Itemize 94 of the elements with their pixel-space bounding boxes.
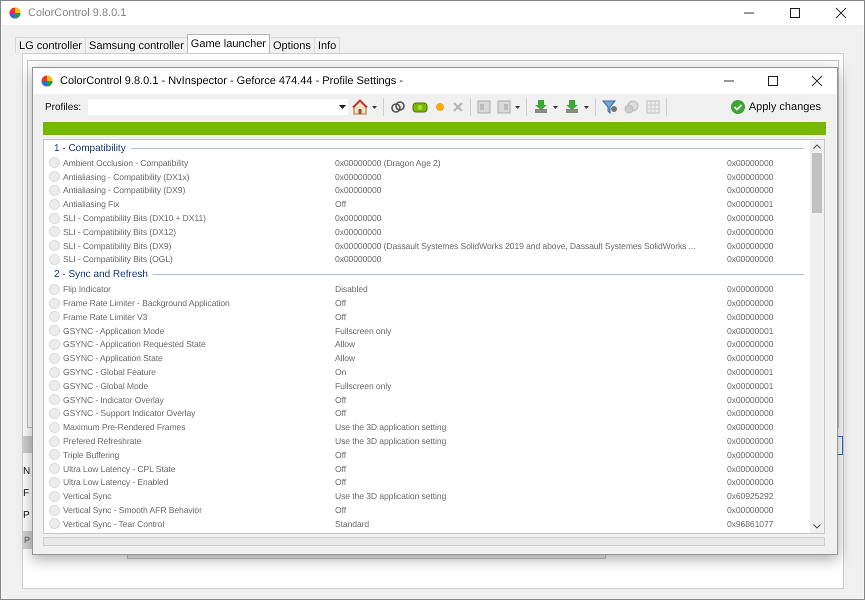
setting-name[interactable]: GSYNC - Global Mode bbox=[63, 380, 148, 391]
setting-name[interactable]: Prefered Refreshrate bbox=[63, 436, 142, 446]
setting-hex-value: 0x00000000 bbox=[727, 464, 774, 474]
setting-name[interactable]: Triple Buffering bbox=[63, 450, 120, 460]
tab[interactable]: Info bbox=[314, 37, 340, 53]
setting-name[interactable]: Ultra Low Latency - Enabled bbox=[63, 477, 168, 488]
button-label: Apply changes bbox=[748, 101, 821, 113]
setting-name[interactable]: GSYNC - Indicator Overlay bbox=[63, 394, 164, 405]
setting-hex-value: 0x00000000 bbox=[727, 240, 774, 251]
field-label: N bbox=[23, 465, 30, 479]
setting-hex-value: 0x00000000 bbox=[727, 477, 774, 488]
setting-value: Off bbox=[335, 464, 348, 474]
setting-name[interactable]: Flip Indicator bbox=[63, 284, 111, 294]
setting-hex-value: 0x00000000 bbox=[727, 422, 774, 432]
setting-value: Off bbox=[335, 408, 348, 418]
setting-value: On bbox=[335, 367, 348, 378]
field-label: F bbox=[23, 487, 30, 501]
setting-name[interactable]: SLI - Compatibility Bits (DX9) bbox=[63, 240, 172, 251]
setting-value: Off bbox=[335, 298, 348, 308]
setting-hex-value: 0x00000000 bbox=[727, 298, 774, 308]
setting-name[interactable]: Vertical Sync - Tear Control bbox=[63, 518, 164, 529]
setting-value: Fullscreen only bbox=[335, 326, 392, 336]
setting-name[interactable]: Antialiasing Fix bbox=[63, 199, 120, 210]
setting-value: Off bbox=[335, 394, 348, 405]
setting-hex-value: 0x00000000 bbox=[727, 226, 774, 237]
apply-changes-button[interactable]: Apply changes bbox=[728, 98, 823, 116]
setting-hex-value: 0x00000000 bbox=[727, 213, 774, 224]
field-label: P bbox=[23, 509, 30, 523]
group-header: 1 - Compatibility bbox=[53, 143, 127, 154]
setting-value: 0x00000000 (Dragon Age 2) bbox=[335, 158, 442, 168]
setting-value: 0x00000000 bbox=[335, 226, 382, 237]
tab[interactable]: Samsung controller bbox=[84, 37, 188, 53]
setting-value: Allow bbox=[335, 353, 356, 364]
setting-value: Fullscreen only bbox=[335, 380, 392, 391]
setting-value: Off bbox=[335, 199, 348, 210]
window-title: ColorControl 9.8.0.1 - NvInspector - Geforce 474.44 - Profile Settings - bbox=[60, 75, 403, 87]
setting-hex-value: 0x00000000 bbox=[727, 353, 774, 364]
setting-value: Off bbox=[335, 505, 348, 516]
setting-value: Standard bbox=[335, 518, 370, 529]
setting-value: 0x00000000 bbox=[335, 172, 382, 182]
setting-value: Off bbox=[335, 477, 348, 488]
setting-hex-value: 0x00000000 bbox=[727, 394, 774, 405]
setting-name[interactable]: Frame Rate Limiter - Background Application bbox=[63, 298, 230, 308]
setting-value: Use the 3D application setting bbox=[335, 491, 448, 502]
setting-value: Off bbox=[335, 312, 348, 322]
setting-name[interactable]: SLI - Compatibility Bits (DX10 + DX11) bbox=[63, 213, 206, 224]
setting-hex-value: 0x00000000 bbox=[727, 284, 774, 294]
setting-hex-value: 0x00000000 bbox=[727, 254, 774, 264]
setting-name[interactable]: GSYNC - Application Mode bbox=[63, 326, 164, 336]
setting-hex-value: 0x96861077 bbox=[727, 518, 774, 529]
setting-name[interactable]: GSYNC - Support Indicator Overlay bbox=[63, 408, 196, 418]
setting-name[interactable]: Antialiasing - Compatibility (DX1x) bbox=[63, 172, 190, 182]
setting-hex-value: 0x00000000 bbox=[727, 436, 774, 446]
setting-hex-value: 0x00000000 bbox=[727, 185, 774, 196]
setting-value: 0x00000000 bbox=[335, 254, 382, 264]
setting-hex-value: 0x00000001 bbox=[727, 326, 774, 336]
setting-name[interactable]: Ambient Occlusion - Compatibility bbox=[63, 158, 188, 168]
tab[interactable]: LG controller bbox=[15, 37, 86, 53]
setting-value: Use the 3D application setting bbox=[335, 436, 448, 446]
button[interactable]: P bbox=[23, 531, 32, 549]
setting-name[interactable]: SLI - Compatibility Bits (OGL) bbox=[63, 254, 173, 264]
setting-value: Off bbox=[335, 450, 348, 460]
setting-hex-value: 0x00000001 bbox=[727, 199, 774, 210]
setting-name[interactable]: Vertical Sync bbox=[63, 491, 112, 502]
setting-hex-value: 0x00000000 bbox=[727, 158, 774, 168]
setting-name[interactable]: SLI - Compatibility Bits (DX12) bbox=[63, 226, 176, 237]
setting-name[interactable]: Antialiasing - Compatibility (DX9) bbox=[63, 185, 186, 196]
setting-hex-value: 0x00000000 bbox=[727, 172, 774, 182]
setting-hex-value: 0x00000000 bbox=[727, 450, 774, 460]
setting-hex-value: 0x00000000 bbox=[727, 505, 774, 516]
setting-hex-value: 0x00000000 bbox=[727, 312, 774, 322]
setting-hex-value: 0x60925292 bbox=[727, 491, 774, 502]
setting-name[interactable]: GSYNC - Global Feature bbox=[63, 367, 156, 378]
setting-value: Use the 3D application setting bbox=[335, 422, 448, 432]
profiles-label: Profiles: bbox=[45, 102, 82, 112]
setting-name[interactable]: Ultra Low Latency - CPL State bbox=[63, 464, 176, 474]
setting-name[interactable]: GSYNC - Application State bbox=[63, 353, 163, 364]
setting-value: 0x00000000 (Dassault Systemes SolidWorks 2019 and above, Dassault Systemes SolidWorks ... bbox=[335, 240, 696, 251]
setting-value: Allow bbox=[335, 339, 356, 350]
setting-hex-value: 0x00000000 bbox=[727, 339, 774, 350]
tab[interactable]: Options bbox=[268, 37, 315, 53]
setting-name[interactable]: Vertical Sync - Smooth AFR Behavior bbox=[63, 505, 202, 516]
setting-name[interactable]: GSYNC - Application Requested State bbox=[63, 339, 206, 350]
setting-hex-value: 0x00000000 bbox=[727, 408, 774, 418]
setting-name[interactable]: Maximum Pre-Rendered Frames bbox=[63, 422, 186, 432]
setting-hex-value: 0x00000001 bbox=[727, 367, 774, 378]
setting-name[interactable]: Frame Rate Limiter V3 bbox=[63, 312, 148, 322]
setting-value: Disabled bbox=[335, 284, 369, 294]
setting-value: 0x00000000 bbox=[335, 213, 382, 224]
tab[interactable]: Game launcher bbox=[186, 34, 270, 53]
setting-hex-value: 0x00000001 bbox=[727, 380, 774, 391]
group-header: 2 - Sync and Refresh bbox=[53, 269, 149, 280]
window-title: ColorControl 9.8.0.1 bbox=[28, 7, 126, 19]
setting-value: 0x00000000 bbox=[335, 185, 382, 196]
